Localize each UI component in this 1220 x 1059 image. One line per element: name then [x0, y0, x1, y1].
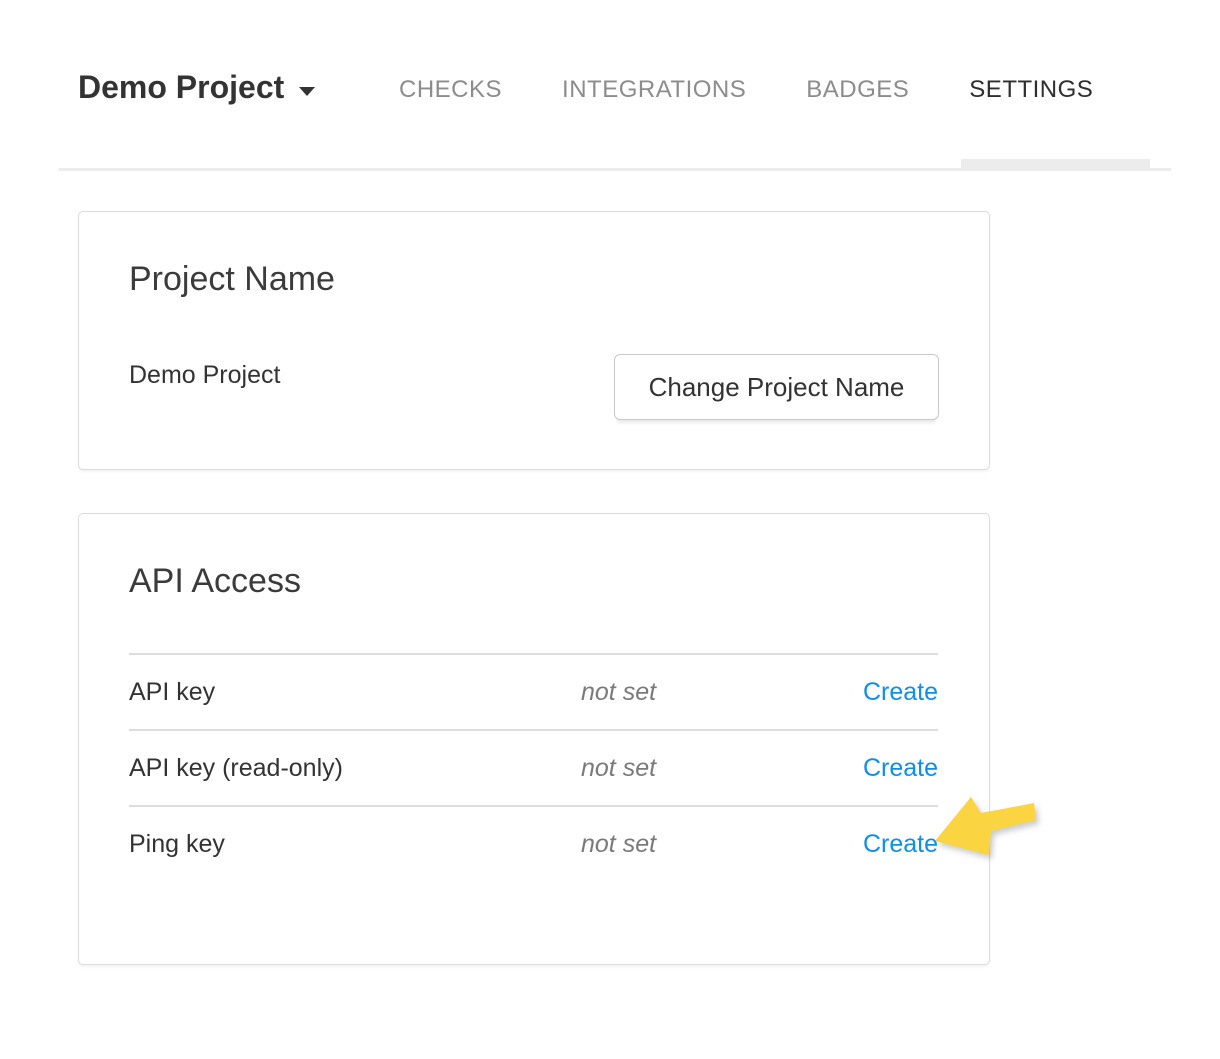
create-link-ping-key[interactable]: Create	[863, 830, 938, 859]
api-access-card-title: API Access	[129, 564, 301, 598]
project-tabs: CHECKS INTEGRATIONS BADGES SETTINGS	[399, 77, 1093, 103]
api-access-card: API Access API key not set Create API ke…	[78, 513, 990, 965]
key-label: Ping key	[129, 830, 581, 859]
api-access-table: API key not set Create API key (read-onl…	[129, 653, 938, 881]
tab-checks[interactable]: CHECKS	[399, 77, 502, 103]
project-name-card: Project Name Demo Project Change Project…	[78, 211, 990, 470]
create-link-api-key-read-only[interactable]: Create	[863, 754, 938, 783]
key-label: API key (read-only)	[129, 754, 581, 783]
caret-down-icon	[299, 87, 315, 96]
key-value: not set	[581, 678, 863, 707]
change-project-name-button[interactable]: Change Project Name	[614, 354, 939, 420]
key-label: API key	[129, 678, 581, 707]
key-value: not set	[581, 830, 863, 859]
highlight-arrow-icon	[929, 790, 1041, 862]
project-name-card-title: Project Name	[129, 262, 335, 296]
project-switcher-dropdown[interactable]: Demo Project	[78, 70, 315, 105]
tab-badges[interactable]: BADGES	[806, 77, 909, 103]
page-title: Demo Project	[78, 70, 284, 105]
table-row: API key not set Create	[129, 653, 938, 729]
table-row: API key (read-only) not set Create	[129, 729, 938, 805]
header-divider	[59, 168, 1171, 171]
tab-integrations[interactable]: INTEGRATIONS	[562, 77, 746, 103]
current-project-name: Demo Project	[129, 361, 280, 390]
table-row: Ping key not set Create	[129, 805, 938, 881]
create-link-api-key[interactable]: Create	[863, 678, 938, 707]
project-settings-page: Demo Project CHECKS INTEGRATIONS BADGES SET…	[0, 0, 1220, 1059]
key-value: not set	[581, 754, 863, 783]
tab-settings[interactable]: SETTINGS	[969, 77, 1093, 103]
